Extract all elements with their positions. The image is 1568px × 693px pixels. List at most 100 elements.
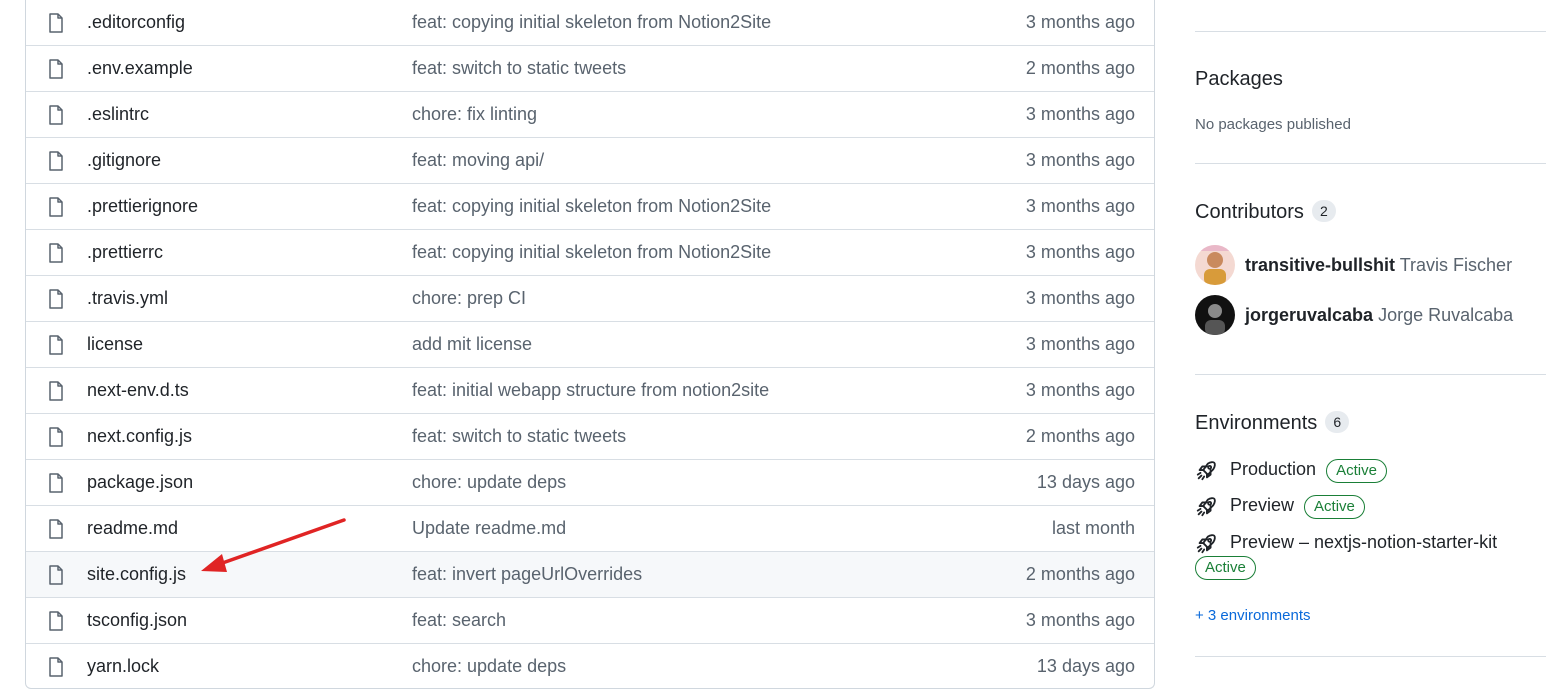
file-name-link[interactable]: next.config.js (87, 426, 192, 447)
commit-message-link[interactable]: feat: moving api/ (412, 150, 544, 171)
environments-heading[interactable]: Environments 6 (1195, 411, 1350, 435)
divider (1195, 163, 1546, 164)
file-row[interactable]: .editorconfig feat: copying initial skele… (26, 0, 1154, 46)
commit-message-link[interactable]: feat: copying initial skeleton from Noti… (412, 242, 771, 263)
file-name-link[interactable]: .gitignore (87, 150, 161, 171)
commit-message-link[interactable]: feat: switch to static tweets (412, 58, 626, 79)
file-icon (48, 151, 64, 171)
commit-message-link[interactable]: add mit license (412, 334, 532, 355)
divider (1195, 656, 1546, 657)
file-row[interactable]: yarn.lock chore: update deps 13 days ago (26, 644, 1154, 688)
environments-title[interactable]: Environments (1195, 412, 1317, 434)
more-environments-link[interactable]: + 3 environments (1195, 607, 1310, 624)
contributor-item[interactable]: transitive-bullshit Travis Fischer (1195, 245, 1546, 285)
commit-message-link[interactable]: chore: update deps (412, 656, 566, 677)
contributor-login[interactable]: jorgeruvalcaba (1245, 305, 1373, 325)
repo-sidebar: Packages No packages published Contribut… (1195, 0, 1546, 693)
file-row[interactable]: next.config.js feat: switch to static twe… (26, 414, 1154, 460)
file-row[interactable]: .eslintrc chore: fix linting 3 months ago (26, 92, 1154, 138)
contributors-title[interactable]: Contributors (1195, 201, 1304, 223)
file-row[interactable]: package.json chore: update deps 13 days ag… (26, 460, 1154, 506)
file-name-link[interactable]: site.config.js (87, 564, 186, 585)
file-name-link[interactable]: .env.example (87, 58, 193, 79)
commit-message-link[interactable]: feat: switch to static tweets (412, 426, 626, 447)
file-name-link[interactable]: .eslintrc (87, 104, 149, 125)
file-row[interactable]: next-env.d.ts feat: initial webapp struct… (26, 368, 1154, 414)
commit-age: 3 months ago (1025, 150, 1135, 170)
file-row[interactable]: .prettierrc feat: copying initial skeleto… (26, 230, 1154, 276)
commit-age: 3 months ago (1025, 12, 1135, 32)
contributor-item[interactable]: jorgeruvalcaba Jorge Ruvalcaba (1195, 295, 1546, 335)
contributor-name: Jorge Ruvalcaba (1378, 305, 1514, 325)
commit-age: 2 months ago (1025, 426, 1135, 446)
contributor-name: Travis Fischer (1399, 255, 1513, 275)
file-name-link[interactable]: .editorconfig (87, 12, 185, 33)
file-icon (48, 59, 64, 79)
commit-age: last month (1051, 518, 1135, 538)
commit-age: 3 months ago (1025, 380, 1135, 400)
commit-message-link[interactable]: feat: copying initial skeleton from Noti… (412, 196, 771, 217)
commit-message-link[interactable]: feat: search (412, 610, 506, 631)
commit-age: 3 months ago (1025, 104, 1135, 124)
commit-message-link[interactable]: feat: invert pageUrlOverrides (412, 564, 642, 585)
divider (1195, 374, 1546, 375)
commit-age: 2 months ago (1025, 564, 1135, 584)
commit-message-link[interactable]: chore: fix linting (412, 104, 537, 125)
commit-message-link[interactable]: Update readme.md (412, 518, 566, 539)
commit-age: 13 days ago (1036, 472, 1135, 492)
packages-empty-text: No packages published (1195, 116, 1351, 133)
file-list: .editorconfig feat: copying initial skele… (25, 0, 1155, 689)
commit-age: 2 months ago (1025, 58, 1135, 78)
file-icon (48, 381, 64, 401)
file-icon (48, 335, 64, 355)
file-icon (48, 105, 64, 125)
contributor-login[interactable]: transitive-bullshit (1245, 255, 1395, 275)
file-icon (48, 519, 64, 539)
commit-age: 3 months ago (1025, 610, 1135, 630)
packages-heading[interactable]: Packages (1195, 68, 1283, 91)
contributors-heading[interactable]: Contributors 2 (1195, 200, 1336, 224)
commit-age: 3 months ago (1025, 288, 1135, 308)
file-name-link[interactable]: .prettierignore (87, 196, 198, 217)
file-row[interactable]: license add mit license 3 months ago (26, 322, 1154, 368)
file-icon (48, 565, 64, 585)
file-row[interactable]: .gitignore feat: moving api/3 months ago (26, 138, 1154, 184)
commit-message-link[interactable]: feat: copying initial skeleton from Noti… (412, 12, 771, 33)
environment-name[interactable]: Production (1230, 459, 1316, 479)
environment-name[interactable]: Preview – nextjs-notion-starter-kit (1230, 532, 1497, 553)
commit-message-link[interactable]: chore: update deps (412, 472, 566, 493)
file-row[interactable]: .prettierignore feat: copying initial ske… (26, 184, 1154, 230)
file-name-link[interactable]: .travis.yml (87, 288, 168, 309)
file-icon (48, 197, 64, 217)
file-row[interactable]: readme.md Update readme.md last month (26, 506, 1154, 552)
file-name-link[interactable]: package.json (87, 472, 193, 493)
commit-message-link[interactable]: feat: initial webapp structure from noti… (412, 380, 769, 401)
file-name-link[interactable]: license (87, 334, 143, 355)
commit-age: 13 days ago (1036, 656, 1135, 676)
status-badge: Active (1195, 556, 1256, 580)
file-icon (48, 611, 64, 631)
file-icon (48, 427, 64, 447)
status-badge: Active (1304, 495, 1365, 519)
file-name-link[interactable]: yarn.lock (87, 656, 159, 677)
avatar[interactable] (1195, 295, 1235, 335)
rocket-icon (1196, 497, 1216, 517)
file-row[interactable]: tsconfig.json feat: search 3 months ago (26, 598, 1154, 644)
commit-message-link[interactable]: chore: prep CI (412, 288, 526, 309)
rocket-icon (1196, 461, 1216, 481)
environment-name[interactable]: Preview (1230, 495, 1294, 515)
file-icon (48, 13, 64, 33)
commit-age: 3 months ago (1025, 196, 1135, 216)
commit-age: 3 months ago (1025, 242, 1135, 262)
divider (1195, 31, 1546, 32)
file-row[interactable]: .env.example feat: switch to static tweet… (26, 46, 1154, 92)
file-icon (48, 243, 64, 263)
file-row[interactable]: .travis.yml chore: prep CI 3 months ago (26, 276, 1154, 322)
file-name-link[interactable]: next-env.d.ts (87, 380, 189, 401)
file-name-link[interactable]: .prettierrc (87, 242, 163, 263)
avatar[interactable] (1195, 245, 1235, 285)
file-name-link[interactable]: readme.md (87, 518, 178, 539)
file-name-link[interactable]: tsconfig.json (87, 610, 187, 631)
file-row[interactable]: site.config.js feat: invert pageUrlOverri… (26, 552, 1154, 598)
environments-count: 6 (1325, 411, 1350, 433)
